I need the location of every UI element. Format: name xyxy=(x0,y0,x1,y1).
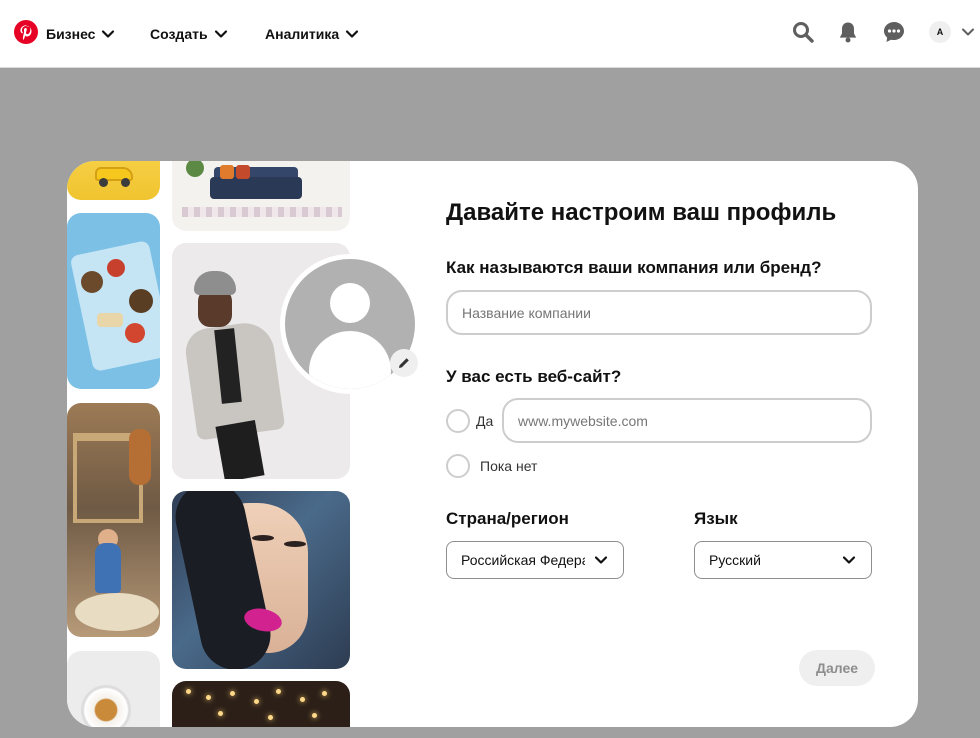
edit-profile-photo-button[interactable] xyxy=(390,349,418,377)
radio-circle[interactable] xyxy=(446,454,470,478)
company-name-label: Как называются ваши компания или бренд? xyxy=(446,258,822,277)
user-avatar[interactable]: A xyxy=(929,21,951,43)
search-icon[interactable] xyxy=(791,20,815,44)
avatar-letter: A xyxy=(936,27,944,37)
next-button[interactable]: Далее xyxy=(799,650,875,686)
chevron-down-icon xyxy=(102,30,115,38)
country-select[interactable]: Российская Федерация xyxy=(446,541,624,579)
bell-icon[interactable] xyxy=(836,20,860,44)
top-navigation-bar: Бизнес Создать Аналитика A xyxy=(0,0,980,68)
radio-circle[interactable] xyxy=(446,409,470,433)
website-yes-radio[interactable]: Да xyxy=(446,409,493,433)
country-label: Страна/регион xyxy=(446,509,569,528)
account-menu-chevron-icon[interactable] xyxy=(960,24,976,40)
website-yes-label: Да xyxy=(476,413,494,429)
website-no-label: Пока нет xyxy=(480,458,538,474)
page-title: Давайте настроим ваш профиль xyxy=(446,199,837,226)
chevron-down-icon xyxy=(214,30,227,38)
website-question-label: У вас есть веб-сайт? xyxy=(446,367,622,386)
collage-image-bowl xyxy=(67,651,160,727)
collage-image-food-tray xyxy=(67,213,160,389)
nav-analytics-label: Аналитика xyxy=(265,26,340,42)
chevron-down-icon xyxy=(594,556,608,564)
chevron-down-icon xyxy=(842,556,856,564)
chevron-down-icon xyxy=(346,30,359,38)
collage-image-living-room xyxy=(172,161,350,231)
language-select[interactable]: Русский xyxy=(694,541,872,579)
collage-image-night-lights xyxy=(172,681,350,727)
country-select-value: Российская Федерация xyxy=(461,552,585,568)
language-label: Язык xyxy=(694,509,738,528)
nav-business-menu[interactable]: Бизнес xyxy=(46,0,115,68)
website-url-input[interactable] xyxy=(502,398,872,443)
collage-image-toy-car xyxy=(67,161,160,200)
pencil-icon xyxy=(399,358,409,368)
nav-create-menu[interactable]: Создать xyxy=(150,0,228,68)
collage-image-portrait-woman xyxy=(172,491,350,669)
profile-setup-dialog: Давайте настроим ваш профиль Как называю… xyxy=(67,161,918,727)
nav-analytics-menu[interactable]: Аналитика xyxy=(265,0,359,68)
company-name-input[interactable] xyxy=(446,290,872,335)
pinterest-logo-icon[interactable] xyxy=(14,20,38,44)
website-no-radio[interactable]: Пока нет xyxy=(446,454,537,478)
nav-business-label: Бизнес xyxy=(46,26,96,42)
language-select-value: Русский xyxy=(709,552,761,568)
collage-image-kids-room xyxy=(67,403,160,637)
messages-icon[interactable] xyxy=(882,20,906,44)
nav-create-label: Создать xyxy=(150,26,208,42)
